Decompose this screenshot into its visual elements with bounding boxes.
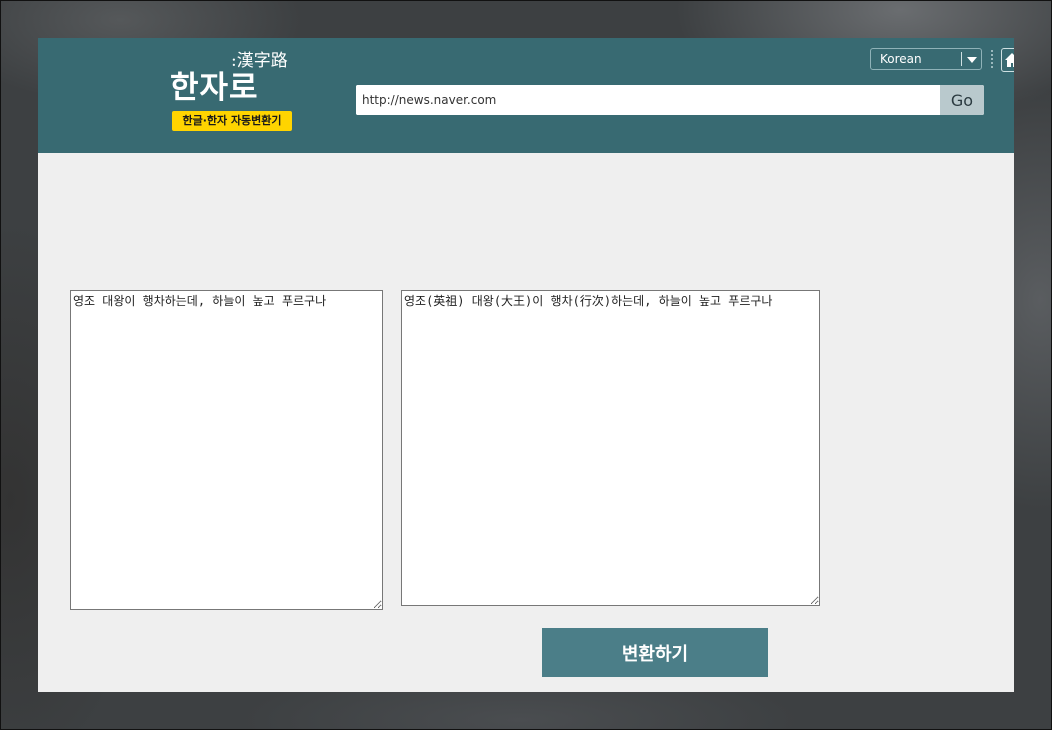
- browser-page: 한자로 :漢字路 한글·한자 자동변환기 Korean Go 영조 대왕이 행차…: [38, 38, 1014, 692]
- convert-button[interactable]: 변환하기: [542, 628, 768, 677]
- home-icon: [1005, 53, 1014, 67]
- language-select[interactable]: Korean: [870, 48, 982, 70]
- language-selected-value: Korean: [880, 52, 922, 66]
- home-button[interactable]: [1001, 48, 1014, 72]
- select-divider: [961, 52, 962, 66]
- input-textarea[interactable]: 영조 대왕이 행차하는데, 하늘이 높고 푸르구나: [70, 290, 383, 610]
- chevron-down-icon[interactable]: [967, 57, 977, 63]
- logo-badge: 한글·한자 자동변환기: [172, 111, 292, 131]
- dotted-divider: [991, 50, 993, 70]
- go-button[interactable]: Go: [940, 85, 984, 115]
- logo-hanja: :漢字路: [231, 51, 288, 71]
- url-input[interactable]: [356, 85, 940, 115]
- output-textarea[interactable]: 영조(英祖) 대왕(大王)이 행차(行次)하는데, 하늘이 높고 푸르구나: [401, 290, 820, 606]
- url-bar: Go: [356, 85, 984, 115]
- site-header: 한자로 :漢字路 한글·한자 자동변환기 Korean Go: [38, 38, 1014, 153]
